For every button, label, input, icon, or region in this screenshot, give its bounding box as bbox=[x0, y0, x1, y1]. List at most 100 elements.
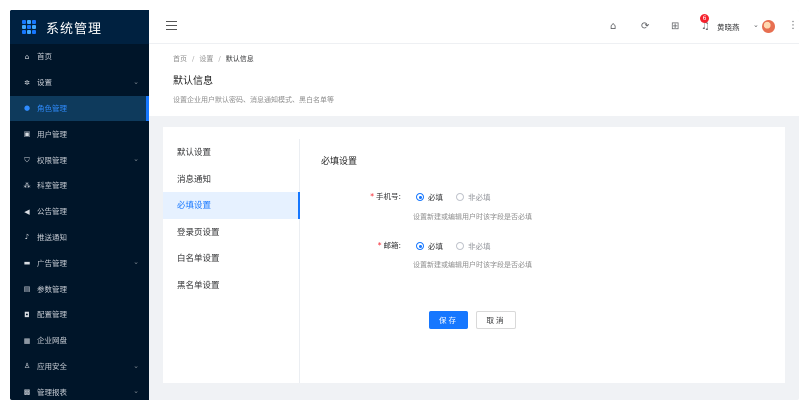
settings-tab[interactable]: 黑名单设置 bbox=[163, 272, 299, 299]
sidebar-item[interactable]: ⁂ 科室管理 bbox=[10, 173, 149, 199]
home-icon[interactable]: ⌂ bbox=[610, 21, 616, 33]
settings-tabs: 默认设置 消息通知 必填设置 登录页设置 白名单设置 黑名单设置 bbox=[163, 139, 300, 383]
home-icon: ⌂ bbox=[24, 52, 30, 61]
chevron-down-icon: ⌄ bbox=[133, 387, 139, 396]
sidebar-item-label: 权限管理 bbox=[37, 155, 67, 165]
grid-logo-icon bbox=[22, 20, 36, 34]
sidebar-item-label: 企业网盘 bbox=[37, 336, 67, 346]
sliders-icon: ▤ bbox=[23, 285, 31, 294]
sidebar-item[interactable]: ▣ 用户管理 bbox=[10, 121, 149, 147]
sidebar-item-label: 应用安全 bbox=[37, 361, 67, 371]
shield-icon: ⛉ bbox=[24, 155, 30, 164]
email-required-radio[interactable]: 必填 bbox=[416, 239, 443, 253]
radio-unchecked-icon bbox=[456, 193, 464, 201]
sidebar-item[interactable]: ⌂ 首页 bbox=[10, 44, 149, 70]
sidebar: 系统管理 ⌂ 首页 ✲ 设置 ⌄ ● 角色管理 ▣ 用户管理 ⛉ 权限管理 ⌄ ⁂ 科室管理 ◀ 公告管理 ♪ 推… bbox=[10, 10, 149, 400]
settings-tab[interactable]: 必填设置 bbox=[163, 192, 300, 219]
chevron-down-icon: ⌄ bbox=[133, 361, 139, 370]
sidebar-item[interactable]: ◘ 配置管理 bbox=[10, 302, 149, 328]
settings-tab[interactable]: 登录页设置 bbox=[163, 219, 299, 246]
sidebar-item[interactable]: ▤ 参数管理 bbox=[10, 276, 149, 302]
phone-optional-radio[interactable]: 非必填 bbox=[456, 190, 491, 204]
radio-checked-icon bbox=[416, 193, 424, 201]
chevron-down-icon[interactable]: ⌄ bbox=[753, 21, 759, 29]
settings-tab[interactable]: 消息通知 bbox=[163, 166, 299, 193]
megaphone-icon: ◀ bbox=[24, 207, 30, 216]
lock-user-icon: ♙ bbox=[23, 362, 31, 371]
sidebar-item[interactable]: ▬ 广告管理 ⌄ bbox=[10, 250, 149, 276]
id-card-icon: ▣ bbox=[23, 130, 31, 139]
sidebar-item-label: 广告管理 bbox=[37, 258, 67, 268]
sidebar-item-label: 管理报表 bbox=[37, 387, 67, 397]
refresh-icon[interactable]: ⟳ bbox=[641, 21, 649, 33]
sidebar-item-label: 公告管理 bbox=[37, 207, 67, 217]
cloud-grid-icon: ▦ bbox=[23, 336, 31, 345]
brand-title: 系统管理 bbox=[46, 21, 103, 37]
chevron-down-icon: ⌄ bbox=[133, 155, 139, 164]
chevron-down-icon: ⌄ bbox=[133, 77, 139, 86]
cancel-button[interactable]: 取消 bbox=[476, 311, 516, 329]
email-field-hint: 设置新建或编辑用户时该字段是否必填 bbox=[413, 261, 532, 269]
picture-icon: ▬ bbox=[23, 259, 31, 268]
sidebar-item[interactable]: ▩ 管理报表 ⌄ bbox=[10, 379, 149, 400]
menu-toggle-icon[interactable] bbox=[166, 21, 177, 31]
email-required-label: 必填 bbox=[428, 241, 443, 251]
sidebar-item-label: 首页 bbox=[37, 52, 52, 62]
app-window: 系统管理 ⌂ 首页 ✲ 设置 ⌄ ● 角色管理 ▣ 用户管理 ⛉ 权限管理 ⌄ ⁂ 科室管理 ◀ 公告管理 ♪ 推… bbox=[10, 10, 799, 400]
sidebar-menu: ⌂ 首页 ✲ 设置 ⌄ ● 角色管理 ▣ 用户管理 ⛉ 权限管理 ⌄ ⁂ 科室管理 ◀ 公告管理 ♪ 推送通知 ▬ 广… bbox=[10, 44, 149, 400]
sidebar-item[interactable]: ✲ 设置 ⌄ bbox=[10, 70, 149, 96]
settings-tab[interactable]: 白名单设置 bbox=[163, 245, 299, 272]
sidebar-item-label: 设置 bbox=[37, 78, 52, 88]
phone-required-radio[interactable]: 必填 bbox=[416, 190, 443, 204]
phone-field-row: * 手机号: 必填 非必填 bbox=[321, 190, 761, 204]
required-mark: * bbox=[377, 241, 382, 250]
breadcrumb-current: 默认信息 bbox=[225, 55, 254, 63]
phone-required-label: 必填 bbox=[428, 192, 443, 202]
save-button[interactable]: 保存 bbox=[429, 311, 468, 329]
user-circle-icon: ● bbox=[23, 104, 31, 113]
top-header: ⌂ ⟳ ⊞ ♫ 6 黄晓燕 ⌄ ⋮ bbox=[149, 10, 799, 44]
email-optional-label: 非必填 bbox=[468, 241, 491, 251]
email-optional-radio[interactable]: 非必填 bbox=[456, 239, 491, 253]
chevron-down-icon: ⌄ bbox=[133, 258, 139, 267]
email-label-text: 邮箱: bbox=[383, 241, 401, 250]
sidebar-item[interactable]: ▦ 企业网盘 bbox=[10, 328, 149, 354]
brand[interactable]: 系统管理 bbox=[10, 10, 149, 44]
config-icon: ◘ bbox=[24, 310, 30, 319]
phone-optional-label: 非必填 bbox=[468, 192, 491, 202]
breadcrumb: 首页 / 设置 / 默认信息 bbox=[173, 54, 799, 64]
more-vertical-icon[interactable]: ⋮ bbox=[788, 20, 798, 31]
sidebar-item-label: 配置管理 bbox=[37, 310, 67, 320]
page-description: 设置企业用户默认密码、消息通知模式、黑白名单等 bbox=[173, 96, 334, 104]
gear-icon: ✲ bbox=[24, 78, 30, 87]
radio-unchecked-icon bbox=[456, 242, 464, 250]
notification-badge: 6 bbox=[700, 14, 709, 23]
sidebar-item[interactable]: ♙ 应用安全 ⌄ bbox=[10, 354, 149, 380]
sidebar-item[interactable]: ⛉ 权限管理 ⌄ bbox=[10, 147, 149, 173]
apps-icon[interactable]: ⊞ bbox=[671, 21, 679, 33]
page-header: 首页 / 设置 / 默认信息 默认信息 设置企业用户默认密码、消息通知模式、黑白… bbox=[149, 44, 799, 116]
sidebar-item[interactable]: ◀ 公告管理 bbox=[10, 199, 149, 225]
radio-checked-icon bbox=[416, 242, 424, 250]
sidebar-item-label: 参数管理 bbox=[37, 284, 67, 294]
email-field-label: * 邮箱: bbox=[321, 239, 401, 253]
required-mark: * bbox=[370, 192, 374, 201]
page-title: 默认信息 bbox=[173, 76, 213, 87]
sidebar-item[interactable]: ● 角色管理 bbox=[10, 95, 149, 122]
avatar[interactable] bbox=[762, 20, 775, 33]
user-name[interactable]: 黄晓燕 bbox=[717, 22, 740, 33]
team-icon: ⁂ bbox=[23, 181, 31, 190]
settings-card: 默认设置 消息通知 必填设置 登录页设置 白名单设置 黑名单设置 必填设置 * 手机号: 必… bbox=[163, 127, 785, 383]
settings-tab[interactable]: 默认设置 bbox=[163, 139, 299, 166]
breadcrumb-home[interactable]: 首页 bbox=[173, 54, 187, 64]
sidebar-item-label: 推送通知 bbox=[37, 232, 67, 242]
sidebar-item-label: 科室管理 bbox=[37, 181, 67, 191]
sidebar-item[interactable]: ♪ 推送通知 bbox=[10, 225, 149, 251]
bell-icon: ♪ bbox=[24, 233, 30, 242]
email-field-row: * 邮箱: 必填 非必填 bbox=[321, 239, 761, 253]
phone-field-label: * 手机号: bbox=[321, 190, 401, 204]
breadcrumb-settings[interactable]: 设置 bbox=[199, 54, 213, 64]
report-icon: ▩ bbox=[23, 388, 31, 397]
phone-label-text: 手机号: bbox=[375, 192, 401, 201]
sidebar-item-label: 用户管理 bbox=[37, 129, 67, 139]
